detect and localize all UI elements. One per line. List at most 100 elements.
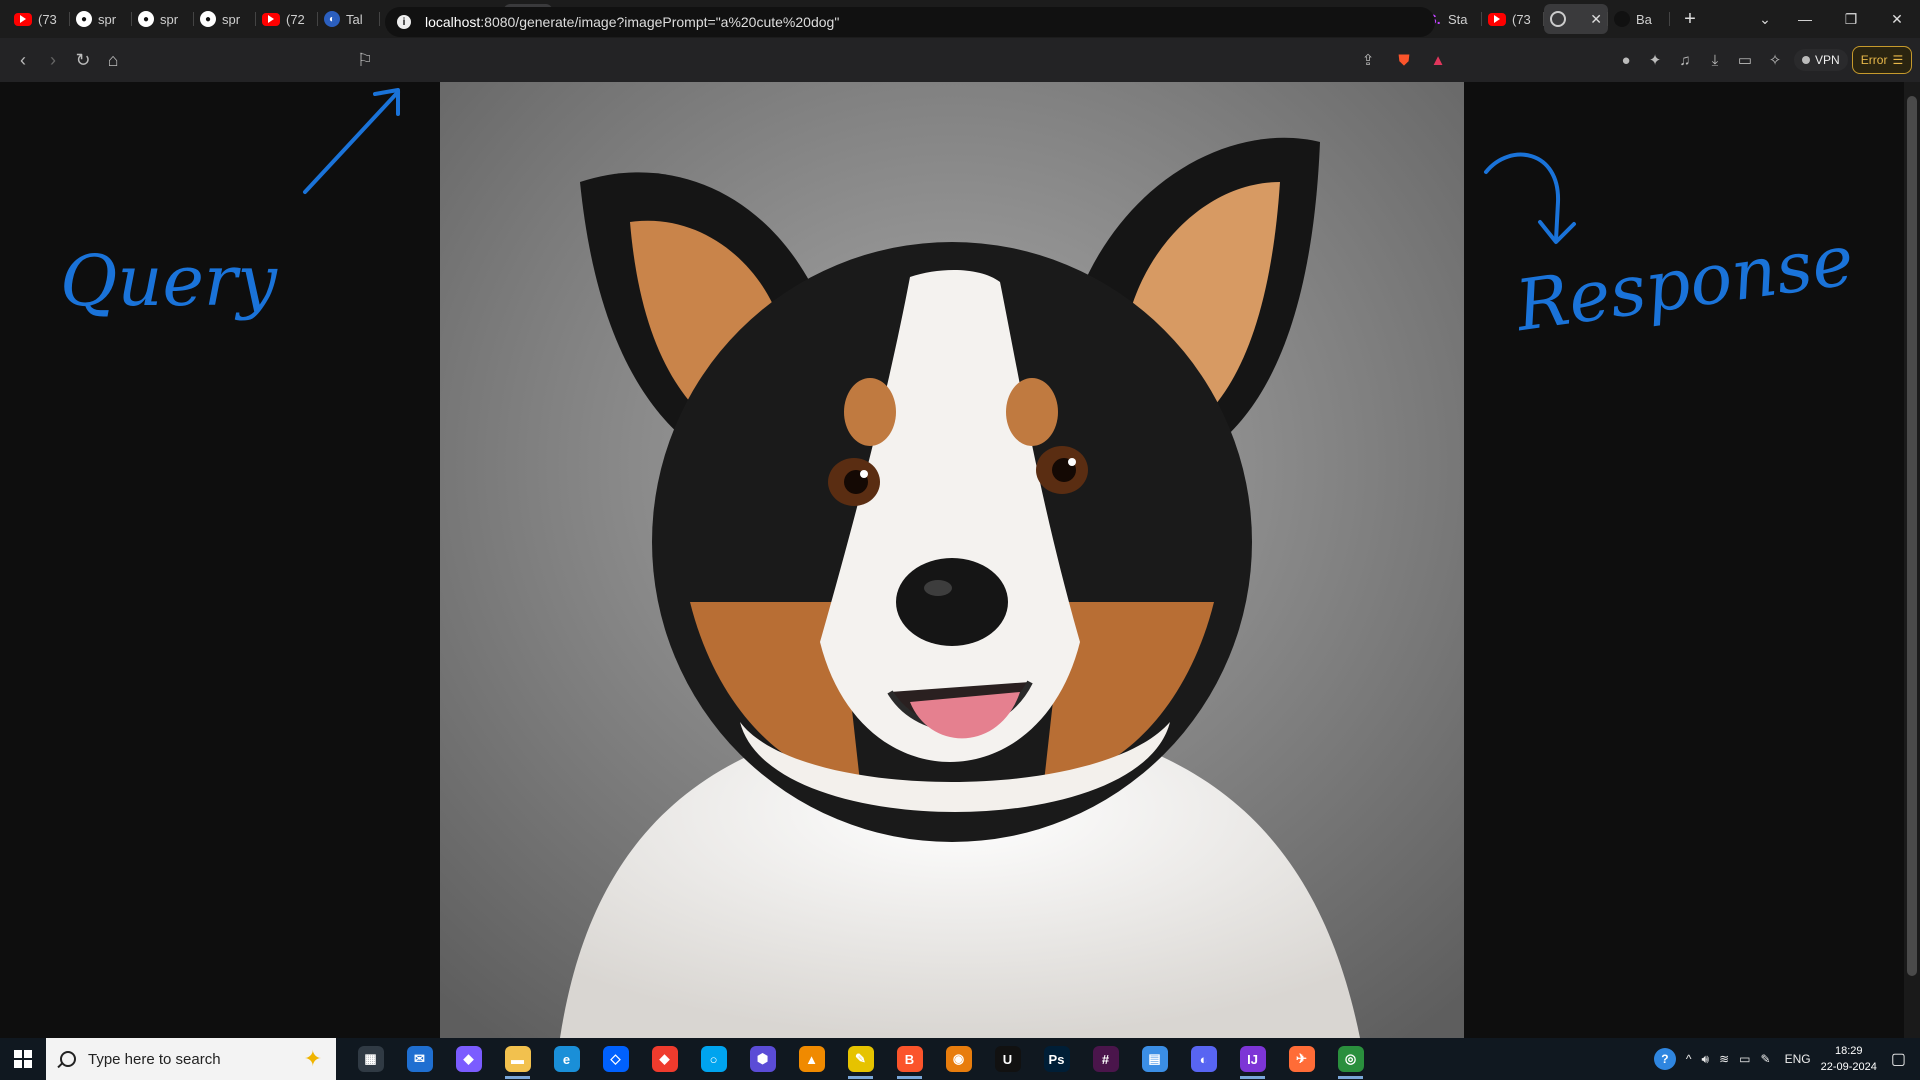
taskbar-app[interactable]: ▤ bbox=[1130, 1038, 1179, 1080]
tab-label: Sta bbox=[1448, 11, 1468, 27]
windows-taskbar: Type here to search ✦ ▦ ✉ ◆ ▬ e ◇ ◆ ○ ⬢ ▲ ✎ B ◉ U Ps # ▤… bbox=[0, 1038, 1920, 1080]
taskbar-app[interactable]: Ps bbox=[1032, 1038, 1081, 1080]
youtube-icon bbox=[262, 12, 280, 26]
show-hidden-icons-icon[interactable]: ^ bbox=[1686, 1052, 1692, 1066]
downloads-icon[interactable]: ⤓ bbox=[1705, 50, 1725, 70]
pen-icon[interactable]: ✎ bbox=[1761, 1052, 1771, 1066]
browser-tab[interactable]: (73 bbox=[1482, 4, 1544, 34]
taskbar-search-box[interactable]: Type here to search ✦ bbox=[46, 1038, 336, 1080]
tab-label: Ba bbox=[1636, 11, 1652, 27]
taskbar-app[interactable]: # bbox=[1081, 1038, 1130, 1080]
windows-icon bbox=[14, 1050, 32, 1068]
start-button[interactable] bbox=[0, 1038, 46, 1080]
annotation-query: Query bbox=[60, 240, 277, 322]
help-icon[interactable]: ? bbox=[1653, 1048, 1676, 1070]
browser-tab[interactable]: ● spr bbox=[194, 4, 256, 34]
new-tab-button[interactable]: + bbox=[1676, 4, 1704, 34]
github-icon: ● bbox=[200, 11, 216, 27]
address-bar[interactable]: i localhost:8080/generate/image?imagePro… bbox=[385, 7, 1435, 37]
unreal-icon: U bbox=[994, 1046, 1021, 1072]
search-icon bbox=[60, 1051, 76, 1067]
url-host: localhost bbox=[425, 14, 481, 30]
taskbar-app[interactable]: ▲ bbox=[787, 1038, 836, 1080]
taskbar-app[interactable]: ✈ bbox=[1277, 1038, 1326, 1080]
url-path: :8080/generate/image?imagePrompt="a%20cu… bbox=[480, 14, 840, 30]
back-button[interactable]: ‹ bbox=[8, 45, 38, 75]
terminal-icon: ⬢ bbox=[749, 1046, 776, 1072]
youtube-icon bbox=[1488, 12, 1506, 26]
tab-label: (72 bbox=[286, 11, 305, 27]
taskbar-app[interactable]: ○ bbox=[689, 1038, 738, 1080]
tab-label: spr bbox=[98, 11, 117, 27]
taskbar-app[interactable]: ◆ bbox=[640, 1038, 689, 1080]
copilot-icon: ◆ bbox=[455, 1046, 482, 1072]
bookmark-icon[interactable]: ⚐ bbox=[350, 45, 380, 75]
taskbar-app[interactable]: ◆ bbox=[444, 1038, 493, 1080]
vlc-icon: ▲ bbox=[798, 1046, 825, 1072]
taskbar-app[interactable]: ⬢ bbox=[738, 1038, 787, 1080]
tal-icon: ◐ bbox=[324, 11, 340, 27]
discord-icon: ◐ bbox=[1190, 1046, 1217, 1072]
taskbar-apps: ▦ ✉ ◆ ▬ e ◇ ◆ ○ ⬢ ▲ ✎ B ◉ U Ps # ▤ ◐ IJ ✈ ◎ bbox=[346, 1038, 1375, 1080]
tab-label: spr bbox=[160, 11, 179, 27]
browser-tab[interactable]: (73 bbox=[8, 4, 70, 34]
home-button[interactable]: ⌂ bbox=[98, 45, 128, 75]
site-info-icon[interactable]: i bbox=[397, 15, 411, 29]
browser-tab[interactable]: (72 bbox=[256, 4, 318, 34]
taskbar-app[interactable]: ✉ bbox=[395, 1038, 444, 1080]
language-indicator[interactable]: ENG bbox=[1785, 1052, 1811, 1066]
brave-shields-icon[interactable]: ⛊ bbox=[1394, 50, 1414, 70]
reload-button[interactable]: ↻ bbox=[68, 45, 98, 75]
url-text[interactable]: localhost:8080/generate/image?imagePromp… bbox=[425, 14, 839, 30]
mic-icon[interactable]: ● bbox=[1616, 50, 1636, 70]
browser-tab[interactable]: Ba bbox=[1608, 4, 1670, 34]
close-tab-icon[interactable]: ✕ bbox=[1590, 11, 1602, 28]
tab-label: spr bbox=[222, 11, 241, 27]
dark-icon bbox=[1614, 11, 1630, 27]
browser-tab[interactable]: ✕ bbox=[1544, 4, 1608, 34]
wifi-icon[interactable]: ≋ bbox=[1719, 1052, 1729, 1066]
scrollbar-thumb[interactable] bbox=[1907, 96, 1917, 976]
tab-label: (73 bbox=[38, 11, 57, 27]
vpn-button[interactable]: VPN bbox=[1794, 49, 1848, 71]
notifications-icon[interactable]: ▢ bbox=[1891, 1049, 1906, 1069]
taskbar-app[interactable]: ✎ bbox=[836, 1038, 885, 1080]
wallet-icon[interactable]: ▭ bbox=[1735, 50, 1755, 70]
clock[interactable]: 18:29 22-09-2024 bbox=[1821, 1043, 1877, 1075]
taskbar-app[interactable]: B bbox=[885, 1038, 934, 1080]
search-placeholder: Type here to search bbox=[88, 1050, 221, 1068]
browser-tab[interactable]: ● spr bbox=[70, 4, 132, 34]
taskbar-app[interactable]: ▦ bbox=[346, 1038, 395, 1080]
browser-tab[interactable]: ◐ Tal bbox=[318, 4, 380, 34]
postman-icon: ✈ bbox=[1288, 1046, 1315, 1072]
brave-icon: B bbox=[896, 1046, 923, 1072]
vertical-scrollbar[interactable] bbox=[1904, 82, 1920, 1038]
error-label: Error bbox=[1860, 53, 1888, 67]
media-icon[interactable]: ♫ bbox=[1675, 50, 1695, 70]
volume-icon[interactable]: 🔊︎ bbox=[1702, 1052, 1710, 1067]
dog-image bbox=[440, 82, 1464, 1038]
minimize-button[interactable]: — bbox=[1782, 0, 1828, 38]
taskbar-app[interactable]: IJ bbox=[1228, 1038, 1277, 1080]
share-icon[interactable]: ⇪ bbox=[1358, 50, 1378, 70]
forward-button[interactable]: › bbox=[38, 45, 68, 75]
brave-rewards-icon[interactable]: ▲ bbox=[1428, 50, 1448, 70]
slack-icon: # bbox=[1092, 1046, 1119, 1072]
photoshop-icon: Ps bbox=[1043, 1046, 1070, 1072]
close-window-button[interactable]: ✕ bbox=[1874, 0, 1920, 38]
browser-tab[interactable]: ● spr bbox=[132, 4, 194, 34]
taskbar-app[interactable]: ◇ bbox=[591, 1038, 640, 1080]
github-icon: ● bbox=[138, 11, 154, 27]
battery-icon[interactable]: ▭ bbox=[1739, 1052, 1750, 1066]
cortana-icon: ○ bbox=[700, 1046, 727, 1072]
taskbar-app[interactable]: ◐ bbox=[1179, 1038, 1228, 1080]
taskbar-app[interactable]: U bbox=[983, 1038, 1032, 1080]
extensions-icon[interactable]: ✦ bbox=[1645, 50, 1665, 70]
restore-button[interactable]: ❐ bbox=[1828, 0, 1874, 38]
leo-ai-icon[interactable]: ✧ bbox=[1765, 50, 1785, 70]
error-menu-button[interactable]: Error ☰ bbox=[1852, 46, 1912, 74]
taskbar-app[interactable]: ◉ bbox=[934, 1038, 983, 1080]
taskbar-app[interactable]: e bbox=[542, 1038, 591, 1080]
taskbar-app[interactable]: ▬ bbox=[493, 1038, 542, 1080]
taskbar-app[interactable]: ◎ bbox=[1326, 1038, 1375, 1080]
